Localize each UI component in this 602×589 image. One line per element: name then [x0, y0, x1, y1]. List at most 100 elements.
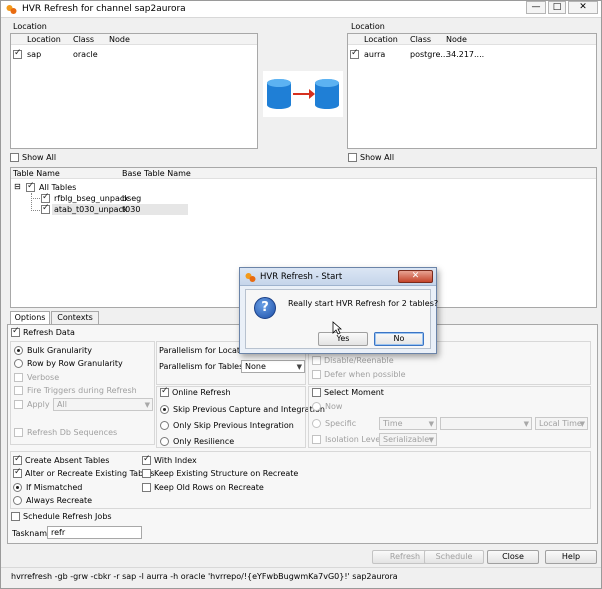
- all-tables-label: All Tables: [39, 183, 77, 192]
- close-button[interactable]: Close: [487, 550, 539, 564]
- apply-checkbox[interactable]: [14, 400, 23, 409]
- left-location-name: sap: [27, 50, 42, 59]
- keep-existing-structure-checkbox[interactable]: [142, 469, 151, 478]
- alter-or-recreate-checkbox[interactable]: [13, 467, 22, 478]
- isolation-level-select[interactable]: Serializable ▼: [379, 433, 437, 446]
- time-zone-select[interactable]: Local Time ▼: [535, 417, 588, 430]
- hvr-app-icon: [245, 273, 256, 282]
- online-refresh-checkbox[interactable]: [160, 386, 169, 397]
- specific-time-select[interactable]: ▼: [440, 417, 532, 430]
- left-show-all-checkbox[interactable]: [10, 153, 19, 162]
- minimize-button[interactable]: —: [526, 1, 546, 14]
- chevron-down-icon: ▼: [579, 420, 585, 428]
- left-show-all-label: Show All: [22, 153, 57, 162]
- left-location-class: oracle: [73, 50, 98, 59]
- fire-triggers-checkbox[interactable]: [14, 386, 23, 395]
- parallelism-tables-select[interactable]: None ▼: [241, 360, 305, 373]
- row-by-row-radio[interactable]: [14, 359, 23, 368]
- parallelism-tables-label: Parallelism for Tables: [159, 362, 244, 371]
- status-bar: hvrrefresh -gb -grw -cbkr -r sap -l aurr…: [1, 567, 601, 588]
- title-bar[interactable]: HVR Refresh for channel sap2aurora — □ ✕: [1, 1, 601, 18]
- dialog-title-bar[interactable]: HVR Refresh - Start ✕: [240, 268, 436, 286]
- apply-label: Apply: [27, 400, 50, 409]
- left-col-node: Node: [109, 35, 130, 44]
- verbose-checkbox[interactable]: [14, 373, 23, 382]
- bulk-granularity-label: Bulk Granularity: [27, 346, 92, 355]
- select-moment-checkbox[interactable]: [312, 388, 321, 397]
- left-location-grid[interactable]: Location Class Node sap oracle: [10, 33, 258, 149]
- refresh-db-sequences-checkbox[interactable]: [14, 428, 23, 437]
- right-location-row-checkbox[interactable]: [350, 48, 359, 59]
- time-zone-value: Local Time: [539, 419, 582, 428]
- isolation-level-value: Serializable: [383, 435, 430, 444]
- isolation-level-checkbox[interactable]: [312, 435, 321, 444]
- maximize-button[interactable]: □: [548, 1, 566, 14]
- status-command-text: hvrrefresh -gb -grw -cbkr -r sap -l aurr…: [11, 572, 398, 581]
- chevron-down-icon: ▼: [428, 436, 434, 444]
- table-row-base: t030: [122, 205, 141, 214]
- tree-collapse-icon[interactable]: ⊟: [14, 182, 21, 191]
- always-recreate-label: Always Recreate: [26, 496, 93, 505]
- table-row-checkbox[interactable]: [41, 203, 50, 214]
- right-col-class: Class: [410, 35, 432, 44]
- hvr-app-icon: [6, 5, 17, 14]
- keep-existing-structure-label: Keep Existing Structure on Recreate: [154, 469, 299, 478]
- schedule-refresh-jobs-checkbox[interactable]: [11, 512, 20, 521]
- dialog-title: HVR Refresh - Start: [260, 272, 343, 282]
- left-location-row-checkbox[interactable]: [13, 48, 22, 59]
- close-window-button[interactable]: ✕: [568, 1, 598, 14]
- no-button[interactable]: No: [374, 332, 424, 346]
- specific-type-select[interactable]: Time ▼: [379, 417, 437, 430]
- table-row-name: atab_t030_unpack: [54, 205, 128, 214]
- defer-when-possible-checkbox[interactable]: [312, 370, 321, 379]
- apply-select[interactable]: All ▼: [53, 398, 153, 411]
- always-recreate-radio[interactable]: [13, 496, 22, 505]
- specific-label: Specific: [325, 419, 357, 428]
- tree-connector-line: [31, 193, 32, 211]
- if-mismatched-radio[interactable]: [13, 483, 22, 492]
- create-absent-tables-checkbox[interactable]: [13, 454, 22, 465]
- bulk-granularity-radio[interactable]: [14, 346, 23, 355]
- table-row-checkbox[interactable]: [41, 192, 50, 203]
- with-index-label: With Index: [154, 456, 197, 465]
- keep-old-rows-checkbox[interactable]: [142, 483, 151, 492]
- chevron-down-icon: ▼: [523, 420, 529, 428]
- right-location-section-label: Location: [351, 22, 385, 31]
- only-resilience-radio[interactable]: [160, 437, 169, 446]
- specific-type-value: Time: [383, 419, 403, 428]
- taskname-input[interactable]: refr: [47, 526, 142, 539]
- help-button[interactable]: Help: [545, 550, 597, 564]
- dialog-close-icon[interactable]: ✕: [398, 270, 433, 283]
- parallelism-tables-value: None: [245, 362, 266, 371]
- table-row-base: bseg: [122, 194, 142, 203]
- left-location-grid-header: Location Class Node: [11, 34, 257, 45]
- dialog-message: Really start HVR Refresh for 2 tables?: [288, 299, 439, 308]
- right-show-all-checkbox[interactable]: [348, 153, 357, 162]
- fire-triggers-label: Fire Triggers during Refresh: [27, 386, 137, 395]
- now-radio[interactable]: [312, 402, 321, 411]
- refresh-data-checkbox[interactable]: [11, 326, 20, 337]
- schedule-button[interactable]: Schedule: [424, 550, 484, 564]
- col-table-name: Table Name: [13, 169, 60, 178]
- yes-button[interactable]: Yes: [318, 332, 368, 346]
- only-skip-previous-radio[interactable]: [160, 421, 169, 430]
- right-location-grid[interactable]: Location Class Node aurra postgre... 34.…: [347, 33, 597, 149]
- confirm-dialog: HVR Refresh - Start ✕ ? Really start HVR…: [239, 267, 439, 354]
- keep-old-rows-label: Keep Old Rows on Recreate: [154, 483, 264, 492]
- main-window: HVR Refresh for channel sap2aurora — □ ✕…: [0, 0, 602, 589]
- only-resilience-label: Only Resilience: [173, 437, 235, 446]
- table-row-name: rfblg_bseg_unpack: [54, 194, 129, 203]
- only-skip-previous-label: Only Skip Previous Integration: [173, 421, 294, 430]
- tab-contexts[interactable]: Contexts: [51, 311, 99, 325]
- taskname-label: Taskname: [12, 529, 52, 538]
- skip-previous-capture-radio[interactable]: [160, 405, 169, 414]
- window-title: HVR Refresh for channel sap2aurora: [22, 4, 186, 14]
- isolation-level-label: Isolation Level: [325, 435, 383, 444]
- right-col-location: Location: [364, 35, 398, 44]
- specific-radio[interactable]: [312, 419, 321, 428]
- disable-reenable-checkbox[interactable]: [312, 356, 321, 365]
- all-tables-checkbox[interactable]: [26, 181, 35, 192]
- tab-options[interactable]: Options: [10, 311, 50, 325]
- with-index-checkbox[interactable]: [142, 454, 151, 465]
- row-by-row-label: Row by Row Granularity: [27, 359, 123, 368]
